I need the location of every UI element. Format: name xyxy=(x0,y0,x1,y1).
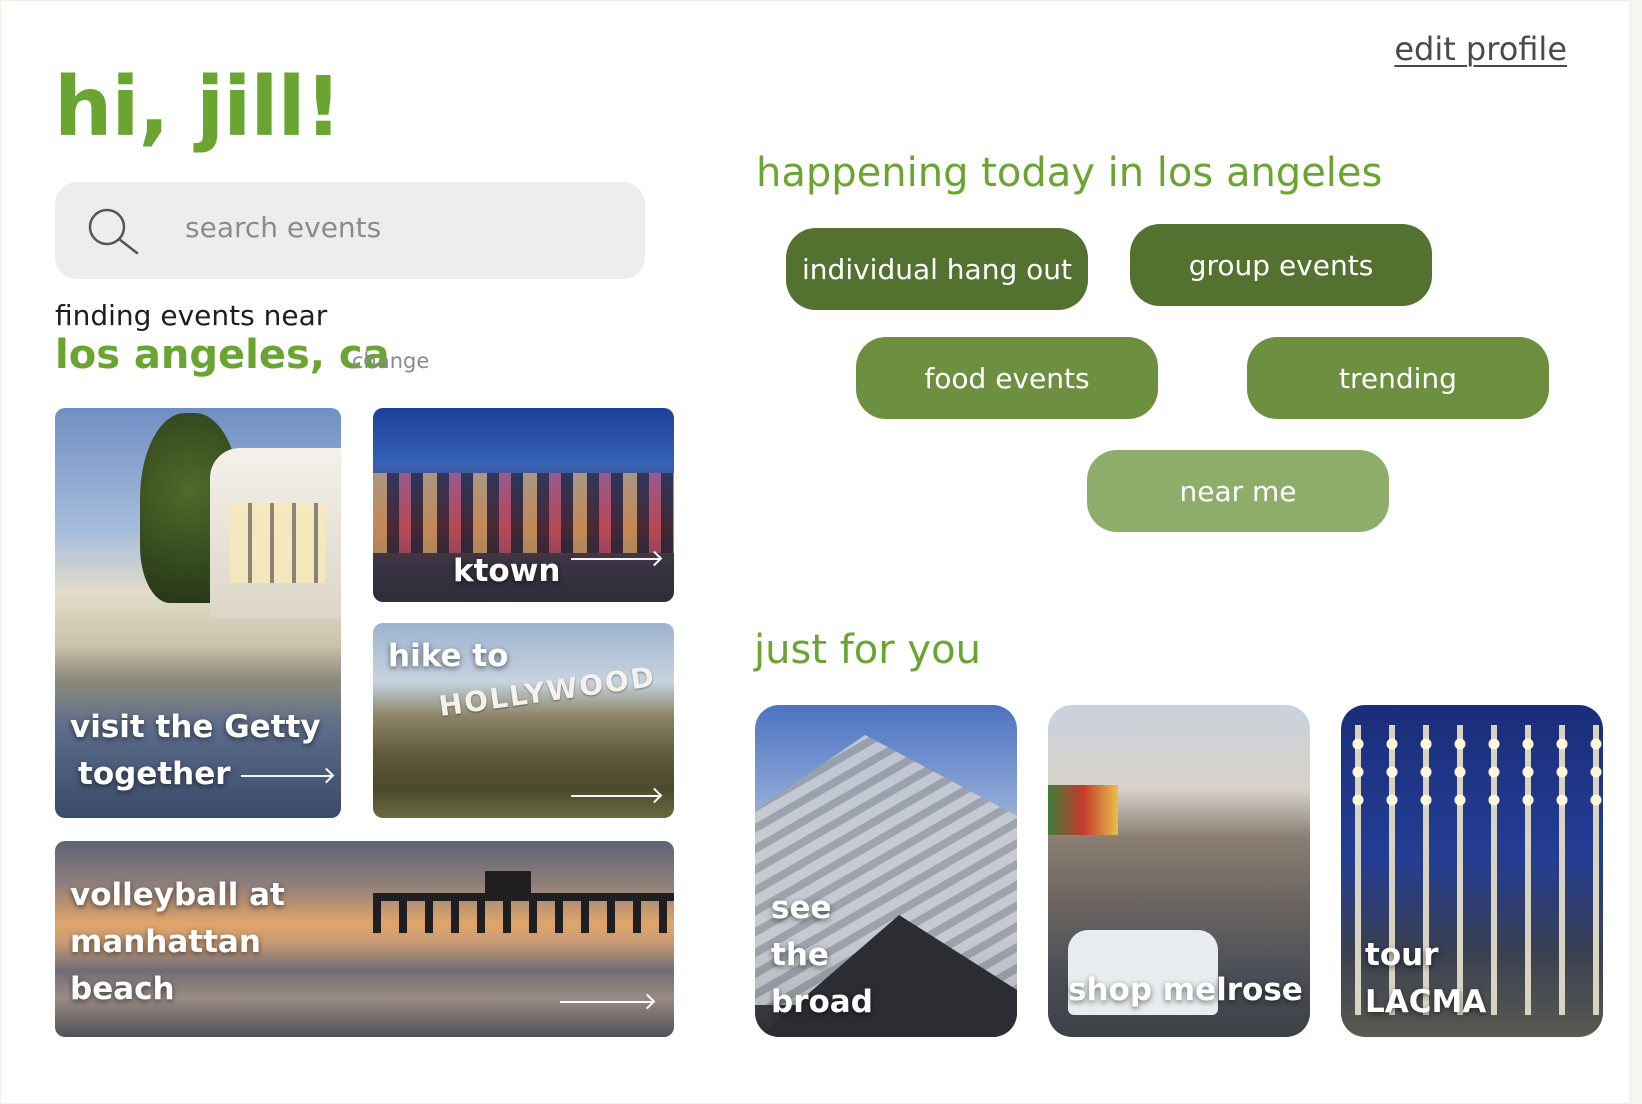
card-title: see xyxy=(771,890,832,926)
card-title: tour xyxy=(1365,937,1439,973)
happening-title: happening today in los angeles xyxy=(756,150,1383,196)
filter-trending[interactable]: trending xyxy=(1247,337,1549,419)
arrow-right-icon xyxy=(560,1001,652,1003)
card-image xyxy=(1048,785,1118,835)
card-image xyxy=(373,473,674,553)
filter-individual-hang-out[interactable]: individual hang out xyxy=(786,228,1088,310)
card-title: the xyxy=(771,937,829,973)
card-title: beach xyxy=(70,971,175,1007)
card-hike-hollywood[interactable]: HOLLYWOOD hike to xyxy=(373,623,674,818)
card-see-the-broad[interactable]: see the broad xyxy=(755,705,1017,1037)
search-icon xyxy=(88,208,139,255)
card-image xyxy=(485,871,531,897)
card-title: manhattan xyxy=(70,924,261,960)
greeting-title: hi, jill! xyxy=(54,60,342,155)
location-city: los angeles, ca xyxy=(55,332,390,378)
card-image xyxy=(1341,730,1603,820)
change-location-link[interactable]: change xyxy=(352,349,429,373)
arrow-right-icon xyxy=(571,795,659,797)
card-title: together xyxy=(78,756,231,792)
search-input[interactable]: search events xyxy=(185,211,381,244)
card-tour-lacma[interactable]: tour LACMA xyxy=(1341,705,1603,1037)
card-image xyxy=(373,893,674,933)
scrollbar[interactable] xyxy=(1630,0,1642,1104)
location-label: finding events near xyxy=(55,299,328,332)
card-title: broad xyxy=(771,984,873,1020)
filter-near-me[interactable]: near me xyxy=(1087,450,1389,532)
for-you-title: just for you xyxy=(754,627,981,673)
arrow-right-icon xyxy=(241,775,331,777)
card-ktown-dinner[interactable]: ktown dinner xyxy=(373,408,674,602)
card-title: LACMA xyxy=(1365,984,1487,1020)
card-title: shop melrose xyxy=(1068,972,1303,1008)
search-bar[interactable]: search events xyxy=(55,182,645,279)
edit-profile-link[interactable]: edit profile xyxy=(1394,30,1567,68)
card-title: volleyball at xyxy=(70,877,285,913)
card-title: hike to xyxy=(388,638,509,674)
card-shop-melrose[interactable]: shop melrose xyxy=(1048,705,1310,1037)
filter-group-events[interactable]: group events xyxy=(1130,224,1432,306)
card-image xyxy=(210,448,341,618)
card-title: visit the Getty xyxy=(70,709,321,745)
filter-food-events[interactable]: food events xyxy=(856,337,1158,419)
card-volleyball-beach[interactable]: volleyball at manhattan beach xyxy=(55,841,674,1037)
card-visit-getty[interactable]: visit the Getty together xyxy=(55,408,341,818)
card-title: ktown dinner xyxy=(453,553,566,602)
